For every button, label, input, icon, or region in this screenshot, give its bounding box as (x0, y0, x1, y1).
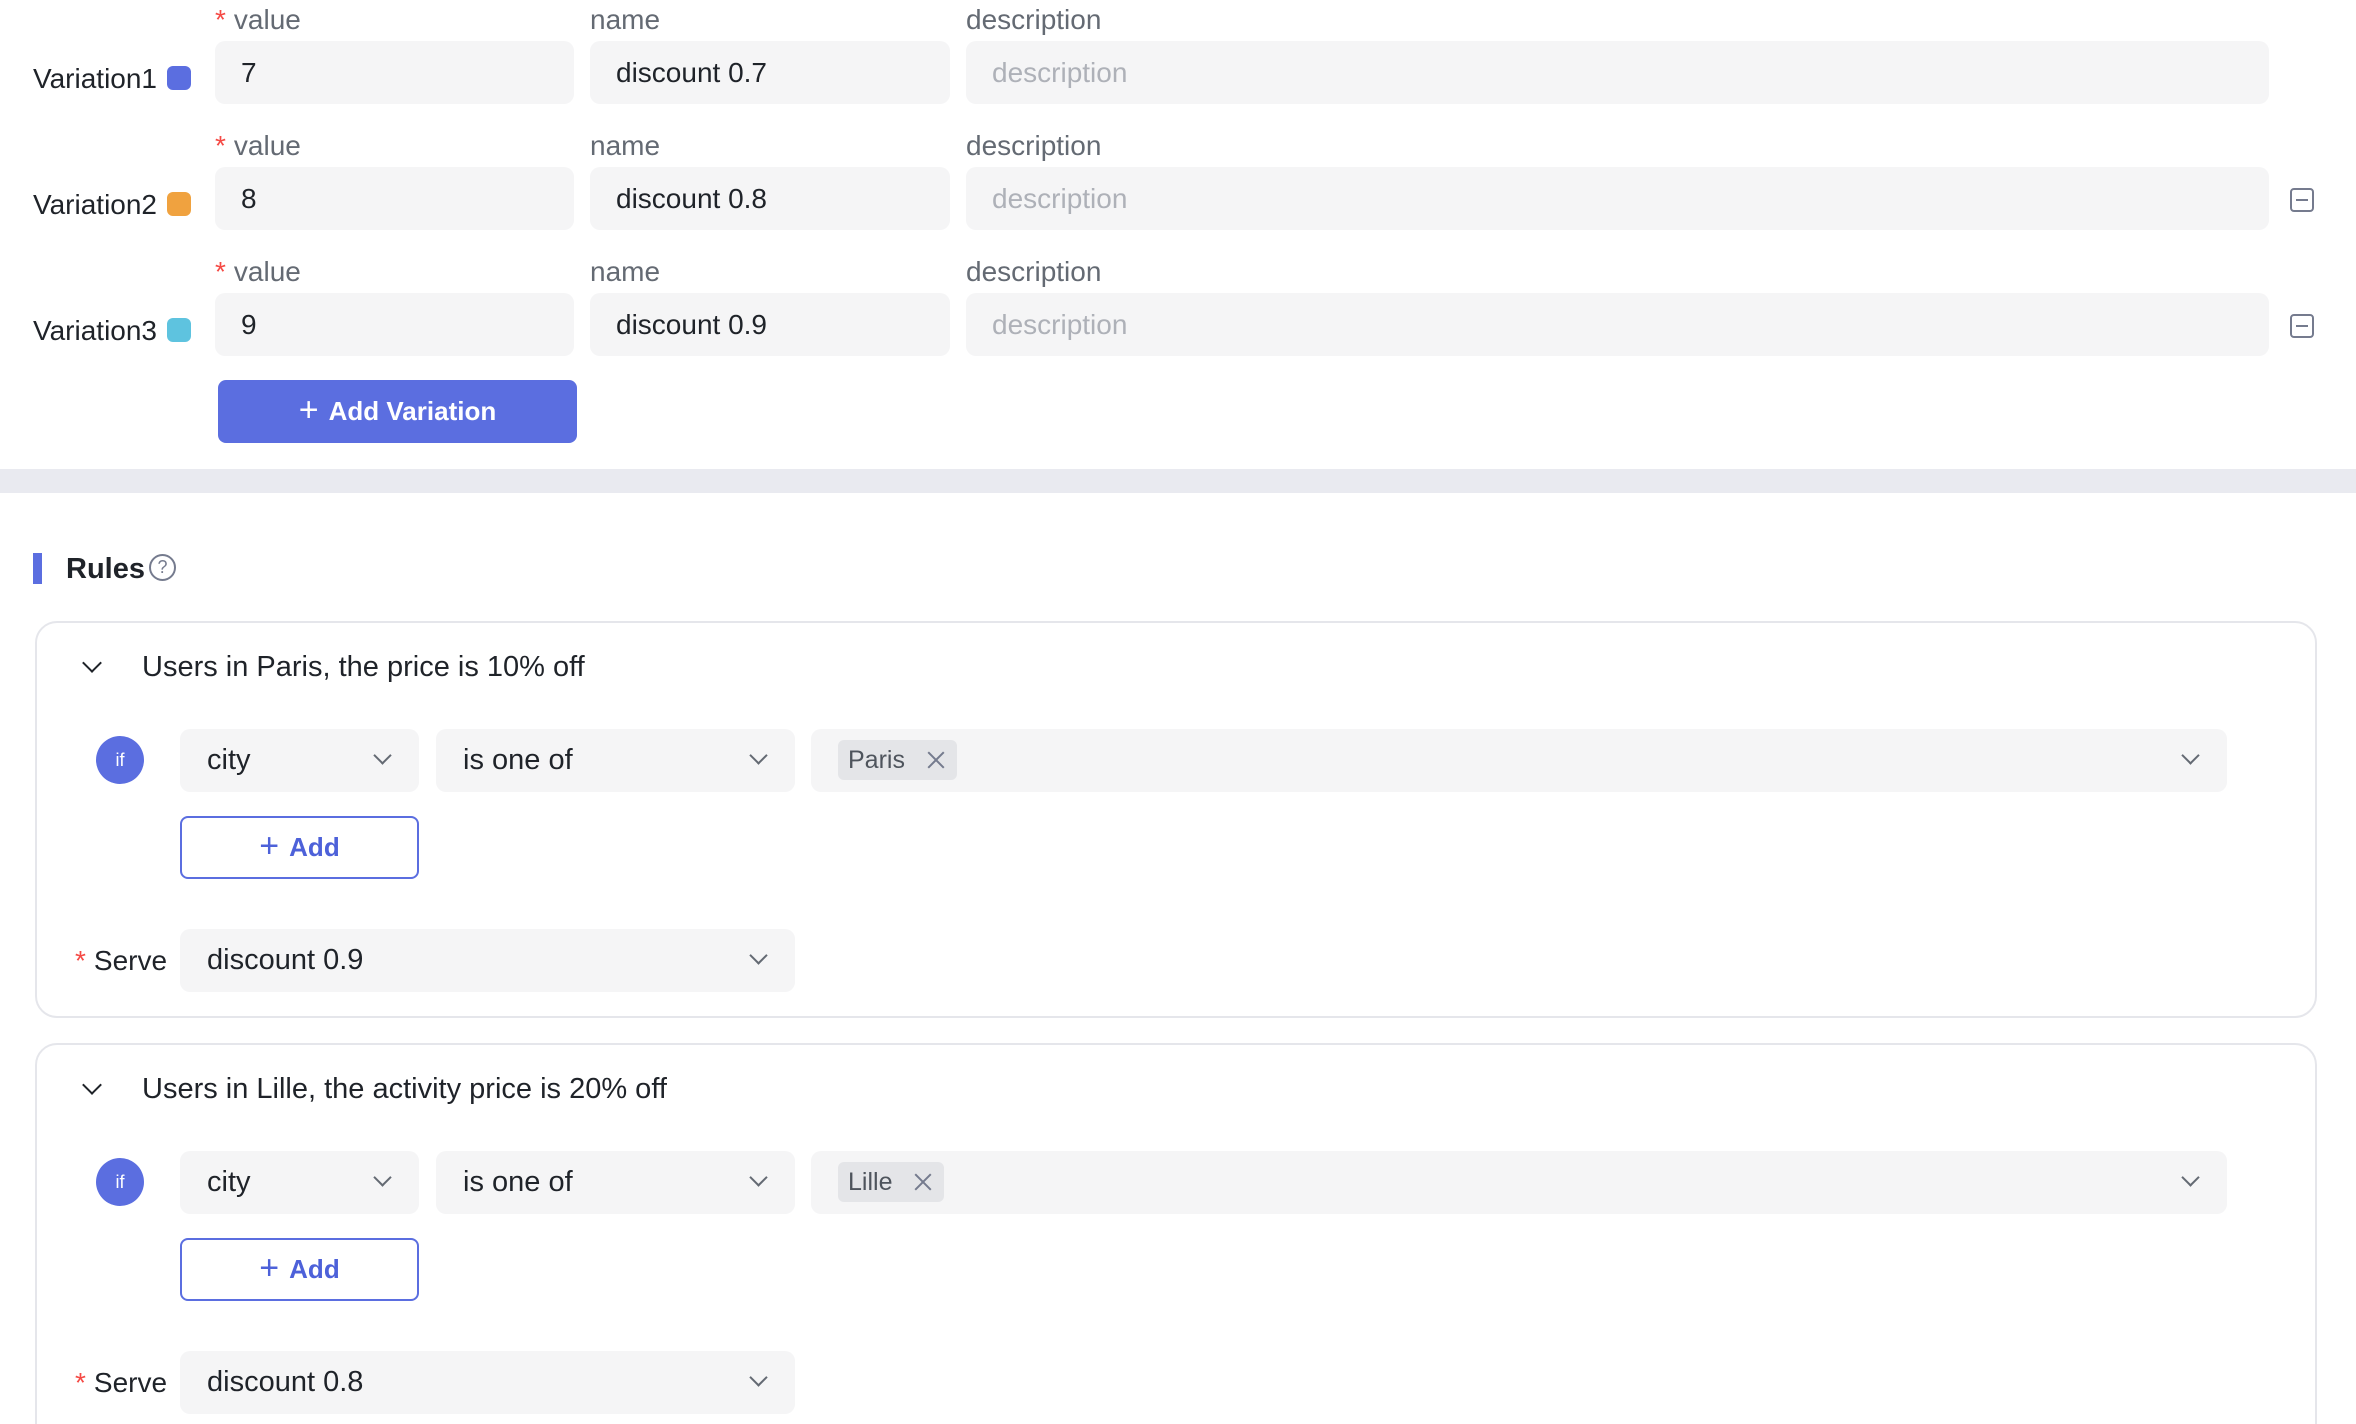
variation-description-input[interactable] (966, 167, 2269, 230)
value-label: * value (215, 130, 301, 161)
value-label: * value (215, 256, 301, 287)
plus-icon: + (259, 1249, 280, 1287)
chevron-down-icon (749, 1368, 768, 1387)
chevron-down-icon (373, 1168, 392, 1187)
add-condition-button[interactable]: + Add (180, 816, 419, 879)
values-multiselect[interactable] (811, 729, 2227, 792)
section-divider (0, 469, 2356, 493)
attribute-select[interactable]: city (180, 729, 419, 792)
question-circle-icon[interactable]: ? (149, 554, 176, 581)
rule-title: Users in Lille, the activity price is 20… (142, 1073, 667, 1105)
variation-description-input[interactable] (966, 41, 2269, 104)
variation-name-input[interactable] (590, 41, 950, 104)
operator-select[interactable]: is one of (436, 729, 795, 792)
description-label: description (966, 130, 1102, 161)
operator-select[interactable]: is one of (436, 1151, 795, 1214)
close-icon[interactable] (927, 751, 945, 769)
variation-value-input[interactable] (215, 167, 574, 230)
plus-icon: + (259, 827, 280, 865)
chevron-down-icon (373, 746, 392, 765)
section-accent-bar (33, 553, 42, 584)
remove-variation-icon[interactable] (2290, 314, 2314, 338)
description-label: description (966, 256, 1102, 287)
variation-label: Variation1 (33, 63, 158, 94)
variation-value-input[interactable] (215, 293, 574, 356)
rules-title: Rules (66, 553, 145, 585)
attribute-select[interactable]: city (180, 1151, 419, 1214)
name-label: name (590, 256, 661, 287)
serve-label: * Serve (75, 945, 168, 976)
value-tag: Lille (838, 1162, 945, 1202)
description-label: description (966, 4, 1102, 35)
variation-label: Variation2 (33, 189, 158, 220)
close-icon[interactable] (914, 1173, 932, 1191)
values-multiselect[interactable] (811, 1151, 2227, 1214)
variation-label: Variation3 (33, 315, 158, 346)
serve-label: * Serve (75, 1367, 168, 1398)
variation-name-input[interactable] (590, 167, 950, 230)
add-variation-button[interactable]: + Add Variation (218, 380, 577, 443)
variation-description-input[interactable] (966, 293, 2269, 356)
value-label: * value (215, 4, 301, 35)
chevron-down-icon (749, 946, 768, 965)
name-label: name (590, 4, 661, 35)
chevron-down-icon (2181, 1168, 2200, 1187)
remove-variation-icon[interactable] (2290, 188, 2314, 212)
if-badge: if (96, 736, 144, 784)
name-label: name (590, 130, 661, 161)
rule-title: Users in Paris, the price is 10% off (142, 651, 585, 683)
add-condition-button[interactable]: + Add (180, 1238, 419, 1301)
chevron-down-icon (749, 746, 768, 765)
plus-icon: + (298, 391, 319, 429)
variations-panel: *value name description Variation1 *valu… (0, 0, 2356, 469)
variation-color-swatch (167, 318, 191, 342)
serve-select[interactable]: discount 0.9 (180, 929, 795, 992)
value-tag: Paris (838, 740, 957, 780)
variation-color-swatch (167, 66, 191, 90)
if-badge: if (96, 1158, 144, 1206)
variation-color-swatch (167, 192, 191, 216)
serve-select[interactable]: discount 0.8 (180, 1351, 795, 1414)
chevron-down-icon (749, 1168, 768, 1187)
variation-value-input[interactable] (215, 41, 574, 104)
chevron-down-icon (2181, 746, 2200, 765)
variation-name-input[interactable] (590, 293, 950, 356)
